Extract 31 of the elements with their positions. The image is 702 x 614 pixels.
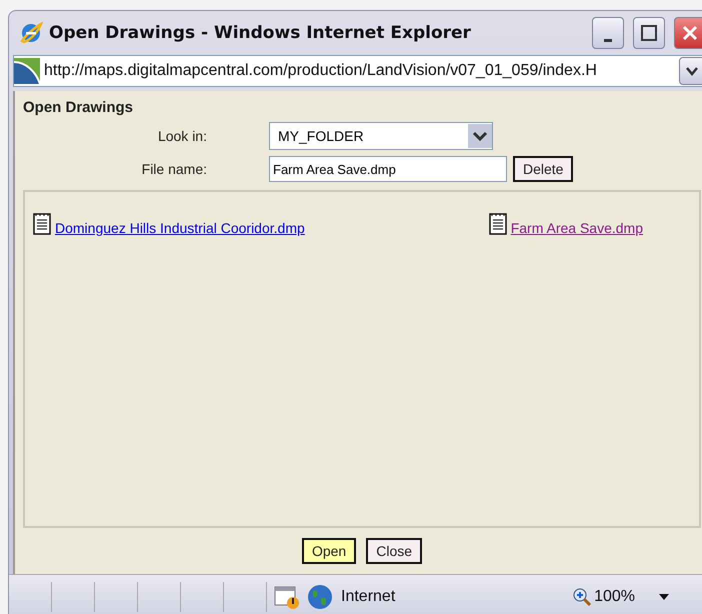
window-title: Open Drawings - Windows Internet Explorer [49,23,472,43]
file-link[interactable]: Dominguez Hills Industrial Cooridor.dmp [55,220,305,236]
dialog-heading: Open Drawings [23,99,134,116]
file-link[interactable]: Farm Area Save.dmp [510,220,643,236]
browser-logo-icon [19,21,43,45]
caret-icon[interactable] [659,594,669,600]
look-in-label: Look in: [156,128,208,144]
site-icon [14,58,40,84]
delete-button[interactable]: Delete [513,156,574,182]
file-name-label: File name: [140,161,208,177]
look-in-select[interactable]: MY_FOLDER [269,122,493,150]
dialog-button[interactable]: Close [366,538,422,564]
document-icon [486,212,509,236]
globe-icon [307,584,333,610]
dropdown-button[interactable] [679,57,702,85]
minimize-button[interactable] [592,17,624,49]
document-icon [31,212,53,236]
chevron-icon [686,66,698,76]
close-button[interactable] [674,17,702,49]
popup-warning-icon [273,584,301,610]
security-zone: Internet [341,588,396,606]
minimize-icon [604,38,612,42]
zoom-icon [572,587,592,607]
dialog-button[interactable]: Open [302,538,356,564]
maximize-button[interactable] [633,17,665,49]
file-name-field[interactable]: Farm Area Save.dmp [269,156,507,182]
address-bar[interactable]: http://maps.digitalmapcentral.com/production/LandVision/v07_01_059/index.H [13,55,702,87]
zoom-level[interactable]: 100% [594,588,635,606]
maximize-icon [641,25,657,41]
close-icon [681,24,699,42]
dropdown-icon [468,124,492,148]
